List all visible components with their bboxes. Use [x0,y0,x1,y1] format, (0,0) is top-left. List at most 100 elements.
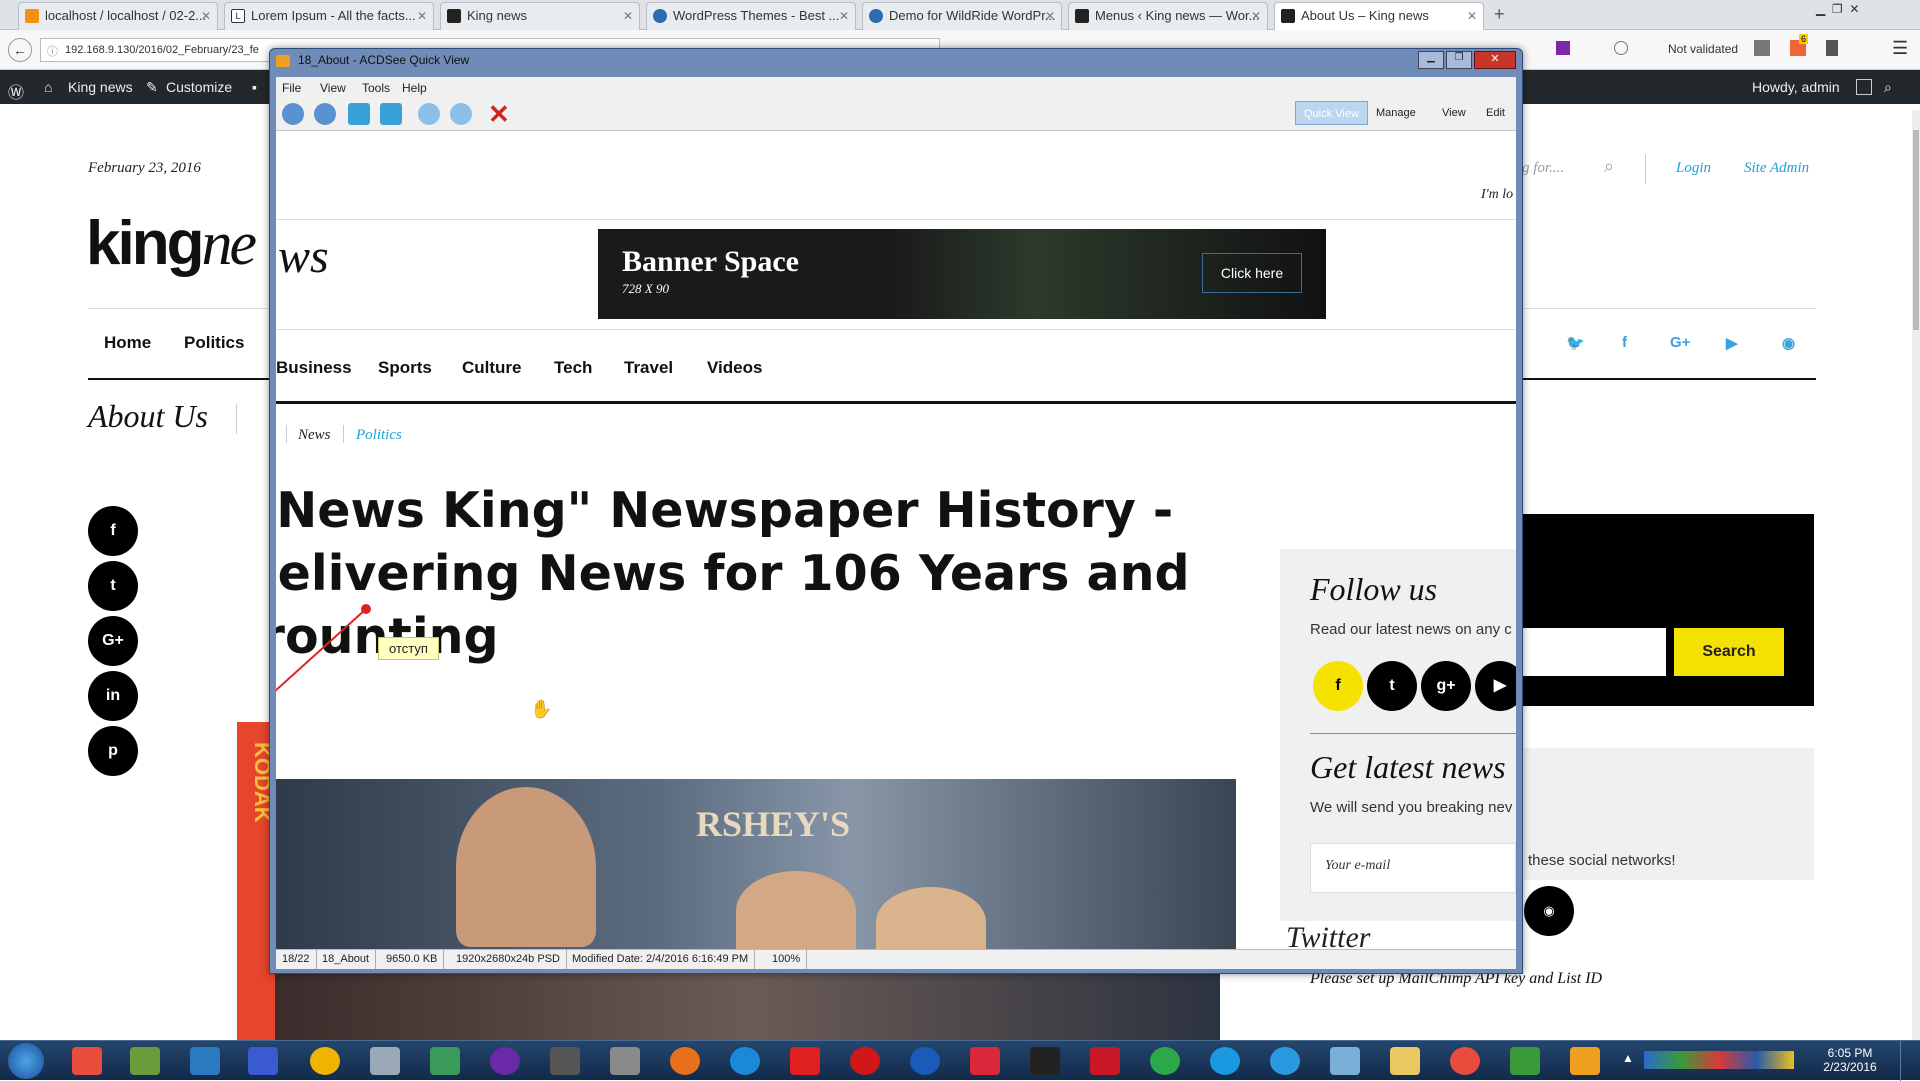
rotate-left-icon[interactable] [348,103,370,125]
app-dark-icon[interactable] [1030,1047,1060,1075]
save-icon[interactable] [248,1047,278,1075]
close-icon[interactable]: ✕ [1251,3,1261,29]
site-logo[interactable]: kingne [86,208,257,280]
avatar[interactable] [1856,79,1872,95]
chrome-icon-2[interactable] [1450,1047,1480,1075]
extension-icon[interactable]: 6 [1790,34,1809,56]
filehippo-icon[interactable] [430,1047,460,1075]
show-desktop-button[interactable] [1900,1041,1920,1081]
page-scrollbar[interactable] [1912,110,1920,1040]
tray-overflow-icon[interactable]: ▲ [1622,1051,1634,1065]
zoom-in-icon[interactable] [418,103,440,125]
opera-icon[interactable] [850,1047,880,1075]
delete-icon[interactable]: ✕ [488,99,510,130]
site-name-link[interactable]: King news [68,79,133,95]
new-tab-button[interactable]: + [1494,4,1505,25]
close-icon[interactable]: ✕ [1045,3,1055,29]
tab-phpmyadmin[interactable]: localhost / localhost / 02-2... ✕ [18,2,218,30]
search-icon[interactable]: ⌕ [1884,79,1892,96]
mode-edit[interactable]: Edit [1478,101,1513,125]
app-s-green-icon[interactable] [1150,1047,1180,1075]
wordpress-logo-icon[interactable]: Ⓦ [8,79,24,103]
app-window-icon[interactable] [1330,1047,1360,1075]
search-icon[interactable]: ⌕ [1604,156,1614,177]
banner-ad[interactable]: Banner Space 728 X 90 Click here [598,229,1326,319]
close-icon[interactable]: ✕ [201,3,211,29]
google-plus-share-button[interactable]: G+ [88,616,138,666]
facebook-icon[interactable]: f [1622,334,1627,351]
trash-icon[interactable] [1826,40,1838,56]
pinterest-share-button[interactable]: p [88,726,138,776]
notepad-icon[interactable] [130,1047,160,1075]
tab-wordpress-themes[interactable]: WordPress Themes - Best ... ✕ [646,2,856,30]
search-field[interactable]: g for.... [1522,160,1564,177]
youtube-icon[interactable]: ▶ [1726,334,1738,352]
apps-icon[interactable] [1556,41,1570,55]
sublime-icon[interactable] [550,1047,580,1075]
nav-home[interactable]: Home [104,333,151,353]
tab-lorem-ipsum[interactable]: L Lorem Ipsum - All the facts... ✕ [224,2,434,30]
chrome-icon[interactable] [72,1047,102,1075]
app-blue-icon[interactable] [910,1047,940,1075]
mode-manage[interactable]: Manage [1368,101,1424,125]
start-button[interactable] [8,1043,44,1079]
nav-politics[interactable]: Politics [184,333,244,353]
acrobat-icon[interactable] [1090,1047,1120,1075]
zoom-out-icon[interactable] [450,103,472,125]
twitter-icon[interactable]: 🐦 [1566,334,1585,352]
skype-icon[interactable] [1210,1047,1240,1075]
close-icon[interactable]: ✕ [623,3,633,29]
howdy-admin[interactable]: Howdy, admin [1752,79,1840,95]
close-button[interactable]: ✕ [1474,51,1516,69]
site-admin-link[interactable]: Site Admin [1744,160,1809,177]
close-icon[interactable]: ✕ [1467,3,1477,29]
facebook-share-button[interactable]: f [88,506,138,556]
previous-icon[interactable] [282,103,304,125]
tab-king-news[interactable]: King news ✕ [440,2,640,30]
menu-file[interactable]: File [282,81,301,95]
app-warning-icon[interactable] [310,1047,340,1075]
customize-link[interactable]: Customize [166,79,232,95]
mask-icon[interactable] [610,1047,640,1075]
back-button[interactable]: ← [8,38,32,62]
maximize-button[interactable]: ❐ [1446,51,1472,69]
linkedin-share-button[interactable]: in [88,671,138,721]
menu-tools[interactable]: Tools [362,81,390,95]
google-plus-icon[interactable]: G+ [1670,334,1690,351]
vivaldi-icon[interactable] [970,1047,1000,1075]
explorer-icon[interactable] [1390,1047,1420,1075]
next-icon[interactable] [314,103,336,125]
mode-quick-view[interactable]: Quick View [1295,101,1368,125]
system-tray-icons[interactable] [1644,1051,1794,1069]
telegram-icon[interactable] [1270,1047,1300,1075]
clock-icon[interactable] [1614,41,1628,55]
rss-icon[interactable]: ◉ [1782,334,1795,352]
app-circle-icon[interactable] [490,1047,520,1075]
banner-click-button[interactable]: Click here [1202,253,1302,293]
ie-icon[interactable] [730,1047,760,1075]
rotate-right-icon[interactable] [380,103,402,125]
acdsee-taskbar-icon[interactable] [1570,1047,1600,1075]
clipboard-icon[interactable] [1754,40,1770,56]
twitter-share-button[interactable]: t [88,561,138,611]
tab-menus[interactable]: Menus ‹ King news — Wor... ✕ [1068,2,1268,30]
tab-about-us[interactable]: About Us – King news ✕ [1274,2,1484,30]
window-controls[interactable]: ▁ ❐ ✕ [1816,2,1859,16]
search-button[interactable]: Search [1674,628,1784,676]
clock[interactable]: 6:05 PM 2/23/2016 [1818,1046,1882,1074]
firefox-icon[interactable] [670,1047,700,1075]
close-icon[interactable]: ✕ [417,3,427,29]
minimize-button[interactable]: ▁ [1418,51,1444,69]
home-icon[interactable]: ⌂ [44,79,52,95]
menu-icon[interactable]: ☰ [1892,38,1908,59]
hangouts-icon[interactable] [1510,1047,1540,1075]
comment-icon[interactable]: ▪ [252,79,257,95]
menu-help[interactable]: Help [402,81,427,95]
app-s-icon[interactable] [190,1047,220,1075]
rss-social-button[interactable]: ◉ [1524,886,1574,936]
validation-status[interactable]: Not validated [1668,42,1738,56]
tab-demo-wildride[interactable]: Demo for WildRide WordPr... ✕ [862,2,1062,30]
mode-view[interactable]: View [1434,101,1474,125]
close-icon[interactable]: ✕ [839,3,849,29]
login-link[interactable]: Login [1676,160,1711,177]
